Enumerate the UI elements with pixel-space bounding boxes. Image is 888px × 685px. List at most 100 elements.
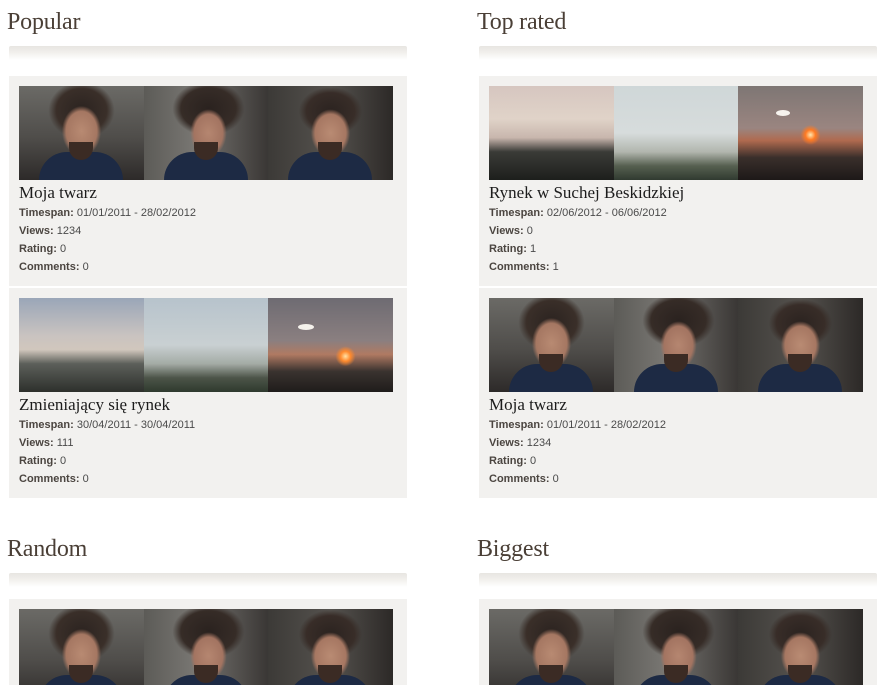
comments-row: Comments: 1 [489, 258, 867, 276]
face-photo-thumbnail[interactable] [268, 609, 393, 685]
rating-label: Rating: [489, 243, 527, 255]
comments-row: Comments: 0 [489, 470, 867, 488]
views-label: Views: [19, 437, 54, 449]
views-row: Views: 1234 [19, 222, 397, 240]
section-divider [9, 573, 407, 587]
album-title[interactable]: Moja twarz [489, 395, 867, 415]
album-meta: Timespan: 02/06/2012 - 06/06/2012 Views:… [489, 204, 867, 276]
comments-value: 0 [82, 473, 89, 485]
timespan-row: Timespan: 30/04/2011 - 30/04/2011 [19, 416, 397, 434]
section-title-biggest: Biggest [477, 536, 549, 562]
sky-photo-thumbnail[interactable] [19, 298, 144, 392]
views-label: Views: [489, 437, 524, 449]
timespan-value: 02/06/2012 - 06/06/2012 [546, 207, 667, 219]
views-label: Views: [489, 225, 524, 237]
timespan-row: Timespan: 02/06/2012 - 06/06/2012 [489, 204, 867, 222]
face-photo-thumbnail[interactable] [738, 609, 863, 685]
album-card[interactable]: Moja twarz Timespan: 01/01/2011 - 28/02/… [479, 288, 877, 498]
album-card[interactable]: Rynek w Suchej Beskidzkiej Timespan: 02/… [479, 76, 877, 286]
album-meta: Timespan: 30/04/2011 - 30/04/2011 Views:… [19, 416, 397, 488]
section-divider [479, 573, 877, 587]
views-row: Views: 111 [19, 434, 397, 452]
rating-label: Rating: [489, 455, 527, 467]
album-list: Moja twarz Timespan: 01/01/2011 - 28/02/… [7, 76, 407, 498]
album-title[interactable]: Rynek w Suchej Beskidzkiej [489, 183, 867, 203]
comments-value: 0 [552, 473, 559, 485]
album-list [7, 599, 407, 685]
album-card[interactable] [479, 599, 877, 685]
album-thumbnails[interactable] [19, 609, 393, 685]
section-title-random: Random [7, 536, 88, 562]
views-value: 0 [526, 225, 533, 237]
sky-photo-thumbnail[interactable] [489, 86, 614, 180]
rating-value: 0 [59, 243, 67, 255]
views-value: 1234 [56, 225, 82, 237]
rating-value: 1 [529, 243, 537, 255]
section-popular: Popular Moja twarz Timespan: 01/01/2011 … [7, 0, 407, 500]
album-card[interactable] [9, 599, 407, 685]
sunset-photo-thumbnail[interactable] [268, 298, 393, 392]
views-row: Views: 0 [489, 222, 867, 240]
views-value: 111 [56, 437, 74, 449]
timespan-row: Timespan: 01/01/2011 - 28/02/2012 [489, 416, 867, 434]
face-photo-thumbnail[interactable] [19, 609, 144, 685]
comments-value: 0 [82, 261, 89, 273]
face-photo-thumbnail[interactable] [613, 298, 739, 392]
section-top-rated: Top rated Rynek w Suchej Beskidzkiej Tim… [477, 0, 877, 500]
timespan-value: 01/01/2011 - 28/02/2012 [76, 207, 196, 219]
section-biggest: Biggest [477, 527, 877, 685]
face-photo-thumbnail[interactable] [268, 86, 393, 180]
rating-row: Rating: 0 [19, 452, 397, 470]
comments-row: Comments: 0 [19, 258, 397, 276]
section-title-top-rated: Top rated [477, 9, 567, 35]
face-photo-thumbnail[interactable] [613, 609, 739, 685]
album-thumbnails[interactable] [19, 86, 393, 180]
page: Popular Moja twarz Timespan: 01/01/2011 … [0, 0, 888, 685]
comments-label: Comments: [489, 473, 550, 485]
views-label: Views: [19, 225, 54, 237]
comments-value: 1 [552, 261, 559, 273]
timespan-label: Timespan: [19, 419, 74, 431]
album-list [477, 599, 877, 685]
timespan-label: Timespan: [489, 419, 544, 431]
album-title[interactable]: Zmieniający się rynek [19, 395, 397, 415]
views-row: Views: 1234 [489, 434, 867, 452]
rating-label: Rating: [19, 243, 57, 255]
album-thumbnails[interactable] [489, 86, 863, 180]
album-meta: Timespan: 01/01/2011 - 28/02/2012 Views:… [19, 204, 397, 276]
face-photo-thumbnail[interactable] [143, 609, 269, 685]
rating-label: Rating: [19, 455, 57, 467]
rating-row: Rating: 0 [19, 240, 397, 258]
comments-row: Comments: 0 [19, 470, 397, 488]
album-thumbnails[interactable] [489, 609, 863, 685]
album-list: Rynek w Suchej Beskidzkiej Timespan: 02/… [477, 76, 877, 498]
timespan-value: 01/01/2011 - 28/02/2012 [546, 419, 666, 431]
face-photo-thumbnail[interactable] [489, 609, 614, 685]
face-photo-thumbnail[interactable] [143, 86, 269, 180]
album-title[interactable]: Moja twarz [19, 183, 397, 203]
album-meta: Timespan: 01/01/2011 - 28/02/2012 Views:… [489, 416, 867, 488]
section-divider [479, 46, 877, 60]
timespan-label: Timespan: [19, 207, 74, 219]
comments-label: Comments: [19, 473, 80, 485]
album-card[interactable]: Zmieniający się rynek Timespan: 30/04/20… [9, 288, 407, 498]
sky-photo-thumbnail[interactable] [143, 298, 269, 392]
timespan-value: 30/04/2011 - 30/04/2011 [76, 419, 196, 431]
sunset-photo-thumbnail[interactable] [738, 86, 863, 180]
section-title-popular: Popular [7, 9, 81, 35]
album-card[interactable]: Moja twarz Timespan: 01/01/2011 - 28/02/… [9, 76, 407, 286]
rating-value: 0 [59, 455, 67, 467]
rating-row: Rating: 0 [489, 452, 867, 470]
album-thumbnails[interactable] [19, 298, 393, 392]
face-photo-thumbnail[interactable] [489, 298, 614, 392]
sky-photo-thumbnail[interactable] [613, 86, 739, 180]
timespan-row: Timespan: 01/01/2011 - 28/02/2012 [19, 204, 397, 222]
comments-label: Comments: [489, 261, 550, 273]
rating-row: Rating: 1 [489, 240, 867, 258]
face-photo-thumbnail[interactable] [738, 298, 863, 392]
section-divider [9, 46, 407, 60]
section-random: Random [7, 527, 407, 685]
album-thumbnails[interactable] [489, 298, 863, 392]
face-photo-thumbnail[interactable] [19, 86, 144, 180]
timespan-label: Timespan: [489, 207, 544, 219]
